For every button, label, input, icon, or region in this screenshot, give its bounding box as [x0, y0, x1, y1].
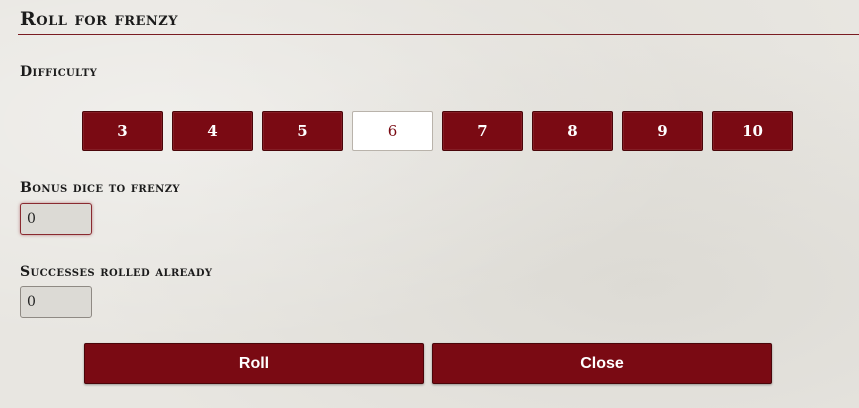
frenzy-dialog: Roll for frenzy Difficulty 3 4 5 6 7 8 9…: [0, 0, 859, 408]
difficulty-option-5[interactable]: 5: [262, 111, 343, 151]
difficulty-option-4[interactable]: 4: [172, 111, 253, 151]
successes-input[interactable]: [20, 286, 92, 318]
successes-label: Successes rolled already: [20, 264, 213, 280]
difficulty-option-8[interactable]: 8: [532, 111, 613, 151]
difficulty-option-9[interactable]: 9: [622, 111, 703, 151]
close-button[interactable]: Close: [432, 343, 772, 384]
roll-button[interactable]: Roll: [84, 343, 424, 384]
bonus-dice-label: Bonus dice to frenzy: [20, 180, 180, 196]
bonus-dice-input[interactable]: [20, 203, 92, 235]
difficulty-option-7[interactable]: 7: [442, 111, 523, 151]
difficulty-option-3[interactable]: 3: [82, 111, 163, 151]
difficulty-label: Difficulty: [20, 64, 98, 80]
title-divider: [18, 34, 859, 35]
difficulty-option-6[interactable]: 6: [352, 111, 433, 151]
difficulty-selector: 3 4 5 6 7 8 9 10: [82, 111, 793, 151]
difficulty-option-10[interactable]: 10: [712, 111, 793, 151]
dialog-title: Roll for frenzy: [20, 8, 179, 30]
